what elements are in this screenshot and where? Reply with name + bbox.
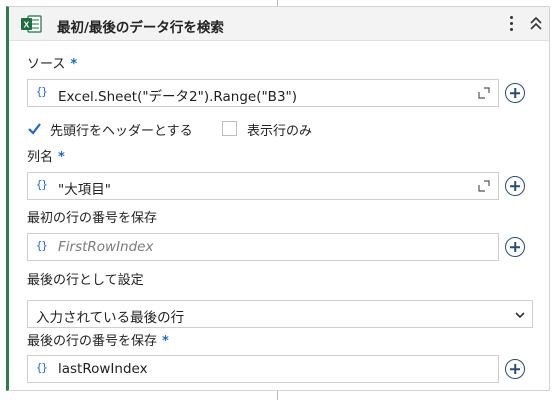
required-mark: * [70, 57, 78, 72]
activity-header[interactable]: X 最初/最後のデータ行を検索 [9, 7, 549, 41]
activity-card: X 最初/最後のデータ行を検索 ソース * {} Excel.Sheet("データ… [6, 6, 550, 391]
source-field[interactable]: {} Excel.Sheet("データ2").Range("B3") [27, 79, 499, 107]
column-label-text: 列名 [27, 150, 54, 165]
visible-rows-checkbox[interactable] [222, 121, 237, 136]
header-checkbox[interactable] [27, 121, 42, 136]
collapse-icon[interactable] [527, 15, 545, 33]
first-row-field[interactable]: {} FirstRowIndex [27, 233, 499, 261]
expression-icon: {} [36, 86, 48, 98]
source-label-text: ソース [27, 57, 66, 72]
column-field[interactable]: {} "大項目" [27, 172, 499, 200]
excel-icon: X [21, 15, 42, 33]
header-checkbox-label: 先頭行をヘッダーとする [50, 124, 193, 139]
last-row-label: 最後の行の番号を保存 * [27, 330, 169, 349]
source-label: ソース * [27, 53, 77, 72]
source-add-button[interactable] [505, 83, 525, 103]
last-row-setting-value: 入力されている最後の行 [36, 310, 185, 326]
expand-editor-icon[interactable] [478, 180, 490, 192]
expression-icon: {} [36, 240, 48, 252]
last-row-label-text: 最後の行の番号を保存 [27, 334, 158, 349]
expression-icon: {} [36, 179, 48, 191]
first-row-add-button[interactable] [505, 237, 525, 257]
column-add-button[interactable] [505, 176, 525, 196]
bottom-connector-line [277, 391, 278, 400]
first-row-label: 最初の行の番号を保存 [27, 211, 158, 226]
last-row-value: lastRowIndex [58, 361, 148, 377]
required-mark: * [58, 150, 65, 165]
last-row-setting-label: 最後の行として設定 [27, 273, 144, 288]
visible-rows-checkbox-label: 表示行のみ [247, 124, 313, 139]
required-mark: * [162, 334, 169, 349]
last-row-field[interactable]: {} lastRowIndex [27, 355, 499, 383]
source-value: Excel.Sheet("データ2").Range("B3") [58, 89, 298, 105]
column-value: "大項目" [58, 182, 111, 198]
expression-icon: {} [36, 362, 48, 374]
more-options-icon[interactable] [505, 13, 517, 35]
last-row-setting-select[interactable]: 入力されている最後の行 [27, 300, 533, 328]
expand-editor-icon[interactable] [478, 87, 490, 99]
column-label: 列名 * [27, 146, 65, 165]
svg-text:X: X [24, 19, 30, 29]
activity-title: 最初/最後のデータ行を検索 [57, 20, 224, 36]
last-row-add-button[interactable] [505, 359, 525, 379]
first-row-placeholder: FirstRowIndex [58, 239, 154, 255]
chevron-down-icon [515, 312, 525, 319]
